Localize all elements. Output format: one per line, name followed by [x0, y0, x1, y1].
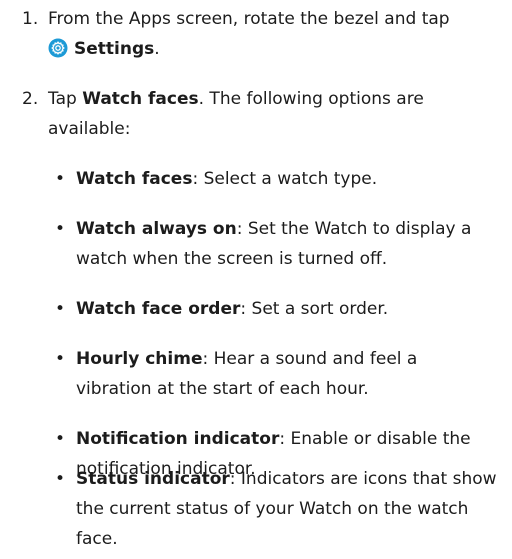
option-text: Watch face order: Set a sort order.: [76, 294, 498, 324]
step-2: 2. Tap Watch faces. The following option…: [0, 84, 512, 148]
option-description: : Select a watch type.: [192, 169, 378, 189]
option-label: Watch faces: [76, 169, 193, 189]
step-text-before: Tap: [48, 89, 83, 109]
option-label: Watch face order: [76, 299, 241, 319]
option-label: Status indicator: [76, 469, 230, 489]
bullet-dot: •: [55, 299, 66, 319]
step-1: 1. From the Apps screen, rotate the beze…: [0, 4, 512, 68]
step-text-after: .: [154, 39, 160, 59]
bullet-dot: •: [55, 219, 66, 239]
option-description: : Set a sort order.: [240, 299, 389, 319]
step-number: 2.: [22, 89, 39, 109]
step-text-before: From the Apps screen, rotate the bezel a…: [48, 9, 450, 29]
bullet-dot: •: [55, 469, 66, 489]
step-text: Tap Watch faces. The following options a…: [48, 84, 498, 144]
step-text: From the Apps screen, rotate the bezel a…: [48, 4, 498, 64]
option-label: Notification indicator: [76, 429, 280, 449]
option-text: Watch faces: Select a watch type.: [76, 164, 498, 194]
bullet-dot: •: [55, 169, 66, 189]
option-label: Hourly chime: [76, 349, 203, 369]
settings-label: Settings: [74, 39, 155, 59]
option-text: Watch always on: Set the Watch to displa…: [76, 214, 498, 274]
option-text: Hourly chime: Hear a sound and feel a vi…: [76, 344, 498, 404]
watch-faces-label: Watch faces: [82, 89, 199, 109]
instructions-page: 1. From the Apps screen, rotate the beze…: [0, 0, 512, 559]
settings-gear-icon: [48, 38, 68, 58]
step-number: 1.: [22, 9, 39, 29]
bullet-dot: •: [55, 349, 66, 369]
option-text: Status indicator: Indicators are icons t…: [76, 464, 498, 554]
option-label: Watch always on: [76, 219, 237, 239]
bullet-dot: •: [55, 429, 66, 449]
